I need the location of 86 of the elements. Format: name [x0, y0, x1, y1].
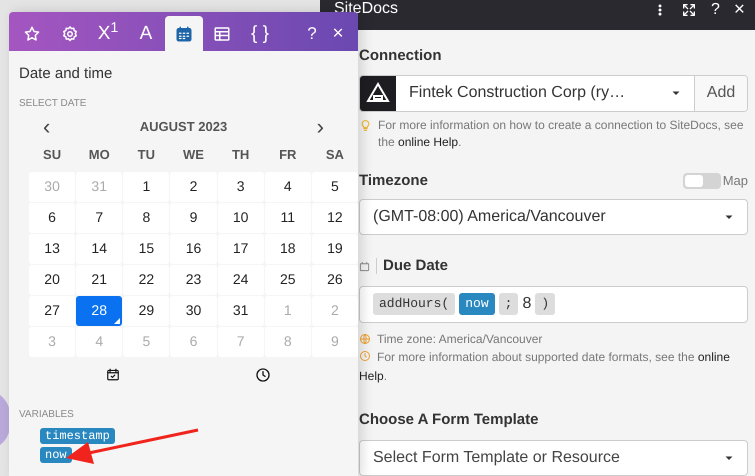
expand-icon[interactable]	[680, 2, 697, 18]
calendar-day[interactable]: 27	[29, 296, 76, 326]
calendar-day[interactable]: 12	[312, 202, 358, 232]
help-text: Time zone: America/Vancouver	[377, 330, 542, 348]
table-icon	[213, 24, 231, 42]
calendar-day[interactable]: 11	[264, 202, 311, 232]
calendar-day[interactable]: 20	[29, 264, 76, 294]
calendar-day[interactable]: 22	[123, 264, 170, 294]
calendar-day[interactable]: 6	[29, 202, 76, 232]
calendar-check-icon[interactable]	[106, 366, 120, 382]
variable-chip[interactable]: now	[40, 446, 72, 462]
close-button[interactable]: ×	[326, 16, 350, 51]
calendar-day[interactable]: 24	[218, 264, 264, 294]
calendar-day[interactable]: 18	[264, 234, 311, 264]
lightbulb-icon	[359, 118, 372, 132]
function-token: addHours(	[373, 293, 456, 315]
section-label: VARIABLES	[19, 408, 75, 422]
toolbar-tab[interactable]: X$^{1}$	[89, 16, 127, 51]
help-text: For more information about supported date formats, see the online Help.	[359, 348, 731, 384]
function-token: )	[535, 293, 556, 315]
section-label: SELECT DATE	[19, 96, 88, 110]
calendar-day[interactable]: 25	[264, 264, 311, 294]
weekday-label: MO	[88, 146, 111, 164]
calendar-day[interactable]: 16	[170, 234, 217, 264]
calendar-day[interactable]: 15	[123, 234, 170, 264]
help-link[interactable]: online Help	[398, 134, 458, 148]
field-label: Due Date	[383, 256, 448, 276]
clock-icon[interactable]	[254, 366, 271, 382]
calendar-day[interactable]: 9	[170, 202, 217, 232]
calendar-day[interactable]: 23	[170, 264, 217, 294]
help-button[interactable]: ?	[301, 16, 323, 51]
map-toggle[interactable]	[682, 172, 721, 189]
calendar-day[interactable]: 17	[218, 234, 264, 264]
calendar-day[interactable]: 4	[264, 172, 311, 202]
calendar-day[interactable]: 19	[312, 234, 358, 264]
field-label: Choose A Form Template	[359, 410, 540, 430]
calendar-day[interactable]: 26	[312, 264, 358, 294]
star-icon	[23, 24, 41, 42]
next-button[interactable]: ›	[316, 116, 324, 138]
toolbar-tab[interactable]: { }	[241, 16, 279, 51]
calendar-day[interactable]: 29	[123, 296, 170, 326]
globe-icon	[359, 332, 371, 344]
toggle-label: Map	[722, 172, 748, 190]
toolbar-tab[interactable]	[165, 16, 203, 51]
calendar-day[interactable]: 14	[76, 234, 122, 264]
calendar-day[interactable]: 28	[76, 296, 122, 326]
weekday-label: TH	[230, 146, 250, 164]
weekday-label: TU	[136, 146, 156, 164]
calendar-day[interactable]: 31	[218, 296, 264, 326]
help-link[interactable]: Help	[359, 368, 384, 382]
calendar-day[interactable]: 8	[123, 202, 170, 232]
help-link[interactable]: online	[698, 350, 730, 364]
calendar-day[interactable]: 30	[170, 296, 217, 326]
clock-icon	[359, 350, 371, 362]
calendar-icon	[175, 24, 193, 42]
variable-chip[interactable]: timestamp	[40, 428, 115, 444]
weekday-label: SA	[324, 146, 345, 164]
calendar-icon	[359, 260, 370, 272]
calendar-day[interactable]: 1	[123, 172, 170, 202]
help-button[interactable]: ?	[710, 1, 720, 19]
due-date-input[interactable]: addHours( now ; 8 )	[359, 286, 748, 322]
calendar-day[interactable]: 10	[218, 202, 264, 232]
calendar-day[interactable]: 3	[218, 172, 264, 202]
previous-button[interactable]: ‹	[43, 116, 50, 138]
calendar-day[interactable]: 7	[76, 202, 122, 232]
variable-token: now	[459, 293, 495, 315]
calendar-day[interactable]: 13	[29, 234, 76, 264]
calendar-day[interactable]: 5	[312, 172, 358, 202]
gear-icon	[61, 24, 79, 42]
toolbar-tab[interactable]: A	[127, 16, 165, 51]
calendar-day[interactable]: 21	[76, 264, 122, 294]
month-title: AUGUST 2023	[138, 118, 228, 136]
popup-heading: Date and time	[19, 64, 114, 84]
weekday-label: WE	[182, 146, 205, 164]
form-template-select[interactable]: Select Form Template or Resource	[359, 440, 748, 476]
weekday-label: SU	[42, 146, 62, 164]
close-button[interactable]: ×	[734, 1, 745, 19]
input-text: 8	[522, 294, 532, 314]
calendar-day[interactable]: 2	[170, 172, 217, 202]
weekday-label: FR	[278, 146, 298, 164]
function-token: ;	[498, 293, 518, 315]
timezone-select[interactable]: (GMT-08:00) America/Vancouver	[359, 199, 748, 235]
field-label: Connection	[359, 46, 442, 66]
panel-title: SiteDocs	[334, 0, 398, 17]
help-text: For more information on how to create a connection to SiteDocs, see the online Help.	[378, 116, 745, 150]
field-label: Timezone	[359, 170, 429, 190]
